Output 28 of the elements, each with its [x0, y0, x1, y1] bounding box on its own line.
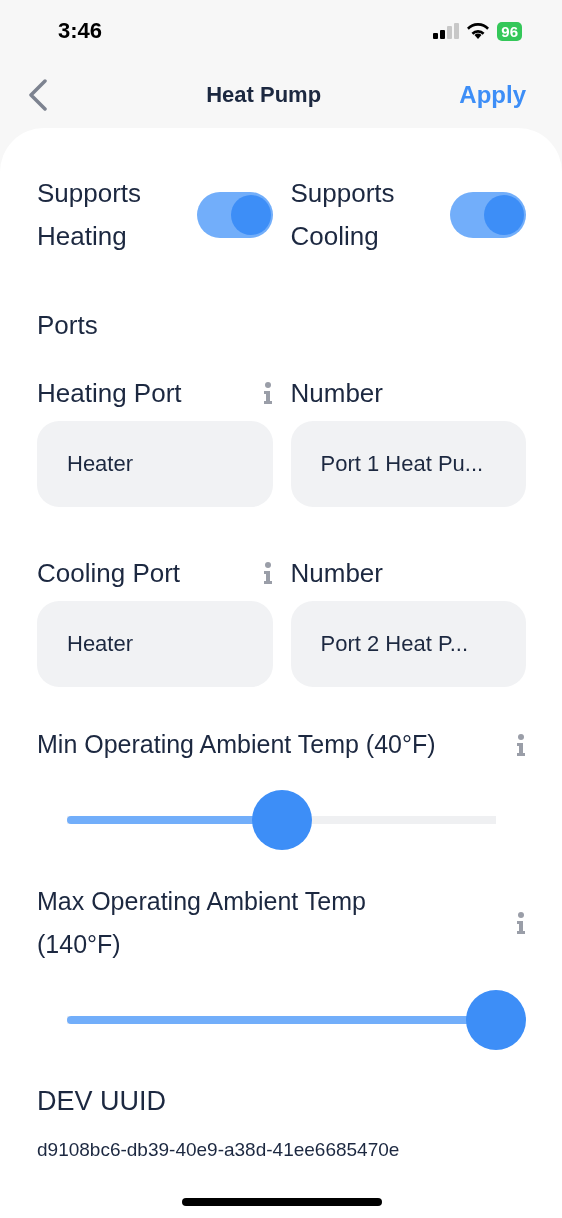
section-title: Ports: [37, 310, 99, 341]
info-icon[interactable]: [516, 912, 526, 934]
dropdown-field[interactable]: Port 2 Heat P...: [290, 601, 526, 687]
slider-label: Max Operating Ambient Temp (140°F): [37, 886, 367, 960]
battery-level: 96: [497, 21, 522, 41]
page-title: Heat Pump: [206, 82, 322, 108]
back-icon[interactable]: [28, 79, 48, 111]
field-label: Cooling Port: [37, 557, 181, 589]
uuid-text: d9108bc6-db39-40e9-a38d-41ee6685470e: [37, 1139, 401, 1161]
toggle-switch[interactable]: [450, 192, 526, 238]
slider-thumb[interactable]: [466, 990, 526, 1050]
section-title: DEV UUID: [37, 1086, 167, 1117]
wifi-icon: [467, 23, 490, 39]
dropdown-field[interactable]: Port 1 Heat Pu...: [290, 421, 526, 507]
field-label: Number: [290, 557, 383, 589]
field-label: Heating Port: [37, 377, 182, 409]
field-label: Number: [290, 377, 383, 409]
status-time: 3:46: [58, 18, 103, 44]
slider-label: Min Operating Ambient Temp (40°F): [37, 729, 436, 760]
toggle-label: Supports Cooling: [290, 177, 396, 253]
toggle-switch[interactable]: [196, 192, 273, 238]
info-icon[interactable]: [516, 733, 526, 756]
dropdown-field[interactable]: Heater: [37, 601, 273, 687]
toggle-label: Supports Heating: [37, 177, 143, 253]
signal-icon: [433, 23, 460, 39]
info-icon[interactable]: [262, 562, 273, 584]
dropdown-field[interactable]: Heater: [37, 421, 273, 507]
info-icon[interactable]: [262, 382, 273, 404]
